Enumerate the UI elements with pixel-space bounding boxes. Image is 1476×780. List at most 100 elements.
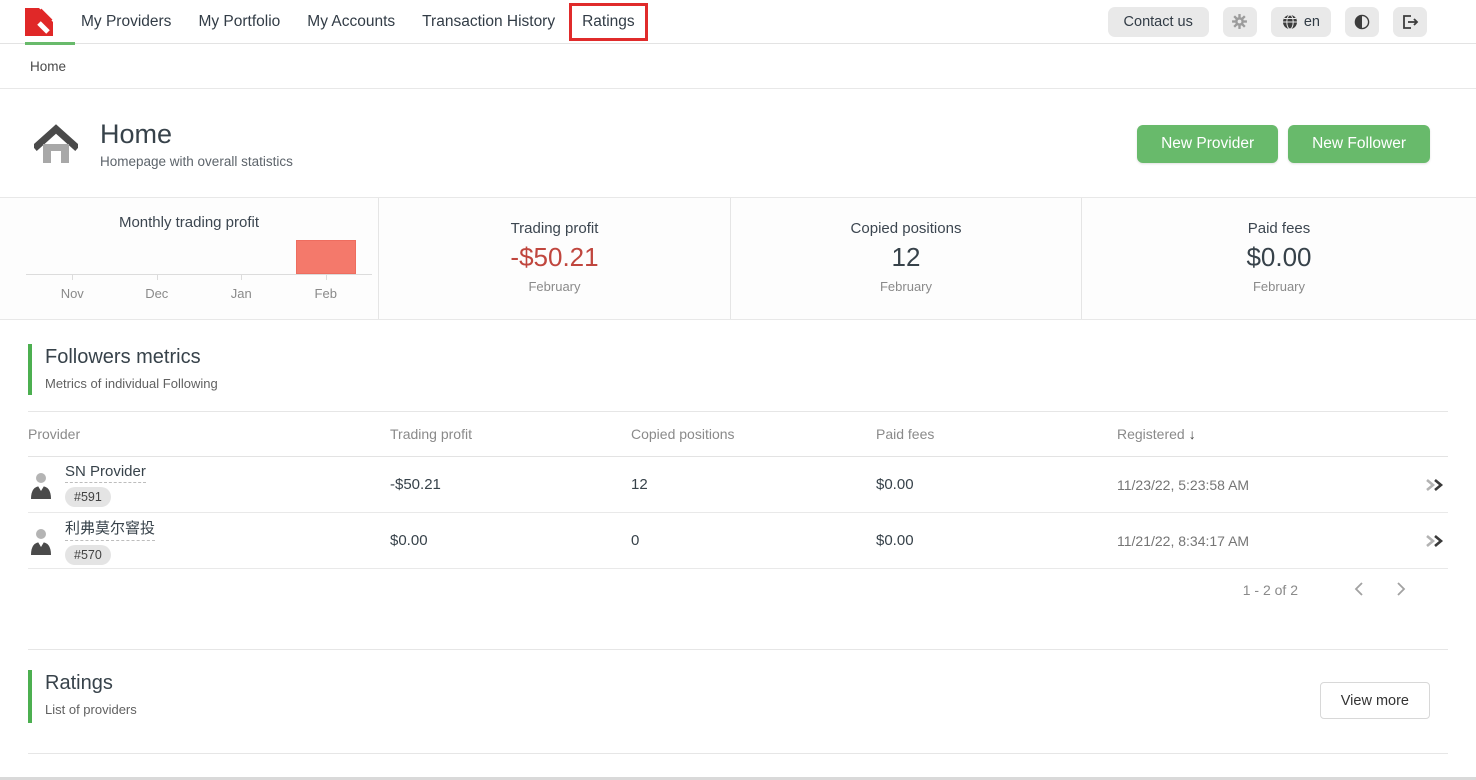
stat-card-copied-positions: Copied positions 12 February — [730, 198, 1081, 319]
axis-tick — [241, 275, 242, 280]
cell-registered: 11/21/22, 8:34:17 AM — [1117, 533, 1398, 549]
breadcrumb[interactable]: Home — [30, 59, 66, 74]
divider — [28, 753, 1448, 754]
double-chevron-right-icon — [1424, 533, 1446, 549]
followers-table: Provider Trading profit Copied positions… — [28, 412, 1448, 611]
stat-period: February — [528, 279, 580, 294]
avatar-icon — [28, 526, 54, 555]
provider-name-link[interactable]: 利弗莫尔窨投 — [65, 517, 155, 541]
axis-tick — [157, 275, 158, 280]
pagination-next-button[interactable] — [1390, 579, 1412, 602]
ratings-header: Ratings List of providers — [28, 670, 137, 723]
page-header: Home Homepage with overall statistics Ne… — [0, 89, 1476, 197]
provider-cell: 利弗莫尔窨投 #570 — [28, 517, 390, 565]
logo-icon — [25, 8, 53, 36]
top-nav: My Providers My Portfolio My Accounts Tr… — [0, 0, 1476, 44]
cell-trading-profit: -$50.21 — [390, 476, 631, 493]
chart-category-nov: Nov — [30, 235, 115, 301]
stat-period: February — [1253, 279, 1305, 294]
followers-metrics-header: Followers metrics Metrics of individual … — [28, 344, 1430, 395]
pagination: 1 - 2 of 2 — [28, 569, 1448, 611]
cell-registered: 11/23/22, 5:23:58 AM — [1117, 477, 1398, 493]
nav-item-my-accounts[interactable]: My Accounts — [307, 13, 395, 31]
new-follower-button[interactable]: New Follower — [1288, 125, 1430, 163]
nav-menu: My Providers My Portfolio My Accounts Tr… — [81, 13, 635, 31]
cell-copied-positions: 0 — [631, 532, 876, 549]
pagination-range-label: 1 - 2 of 2 — [1243, 582, 1298, 598]
home-icon — [34, 123, 78, 165]
logout-button[interactable] — [1393, 7, 1427, 37]
column-header-copied-positions[interactable]: Copied positions — [631, 426, 876, 442]
nav-item-my-portfolio[interactable]: My Portfolio — [198, 13, 280, 31]
cell-trading-profit: $0.00 — [390, 532, 631, 549]
divider — [28, 649, 1448, 650]
stat-period: February — [880, 279, 932, 294]
provider-id-badge: #570 — [65, 545, 111, 565]
page-title: Home — [100, 119, 293, 150]
chart-category-dec: Dec — [115, 235, 200, 301]
chart-category-feb: Feb — [284, 235, 369, 301]
nav-actions: Contact us en — [1108, 7, 1476, 37]
column-header-trading-profit[interactable]: Trading profit — [390, 426, 631, 442]
new-provider-button[interactable]: New Provider — [1137, 125, 1278, 163]
chart-bar-feb — [296, 240, 356, 274]
nav-item-transaction-history[interactable]: Transaction History — [422, 13, 555, 31]
language-label: en — [1304, 14, 1320, 30]
theme-contrast-button[interactable] — [1345, 7, 1379, 37]
title-block: Home Homepage with overall statistics — [100, 119, 293, 169]
column-header-provider[interactable]: Provider — [28, 426, 390, 442]
page-subtitle: Homepage with overall statistics — [100, 154, 293, 169]
view-more-button[interactable]: View more — [1320, 682, 1430, 719]
stat-label: Paid fees — [1248, 220, 1311, 237]
stat-label: Trading profit — [511, 220, 599, 237]
axis-label: Dec — [115, 286, 200, 301]
nav-item-my-providers[interactable]: My Providers — [81, 13, 171, 31]
axis-tick — [326, 275, 327, 280]
provider-id-badge: #591 — [65, 487, 111, 507]
bar-chart: NovDecJanFeb — [30, 235, 368, 301]
chart-category-jan: Jan — [199, 235, 284, 301]
column-header-registered[interactable]: Registered↓ — [1117, 426, 1398, 442]
column-header-paid-fees[interactable]: Paid fees — [876, 426, 1117, 442]
followers-metrics-title: Followers metrics — [45, 346, 218, 369]
gear-icon — [1231, 13, 1248, 30]
double-chevron-right-icon — [1424, 477, 1446, 493]
header-buttons: New Provider New Follower — [1137, 125, 1430, 163]
stat-card-trading-profit: Trading profit -$50.21 February — [378, 198, 730, 319]
ratings-title: Ratings — [45, 672, 137, 695]
settings-button[interactable] — [1223, 7, 1257, 37]
chevron-left-icon — [1352, 581, 1366, 597]
axis-label: Nov — [30, 286, 115, 301]
table-row[interactable]: SN Provider #591 -$50.21 12 $0.00 11/23/… — [28, 457, 1448, 513]
avatar-icon — [28, 470, 54, 499]
stat-label: Copied positions — [851, 220, 962, 237]
table-header-row: Provider Trading profit Copied positions… — [28, 412, 1448, 457]
breadcrumb-bar: Home — [0, 44, 1476, 89]
stat-card-paid-fees: Paid fees $0.00 February — [1081, 198, 1476, 319]
ratings-section: Ratings List of providers View more — [28, 670, 1430, 723]
monthly-trading-profit-chart: Monthly trading profit NovDecJanFeb — [0, 198, 378, 319]
nav-item-ratings[interactable]: Ratings — [582, 13, 635, 31]
table-row[interactable]: 利弗莫尔窨投 #570 $0.00 0 $0.00 11/21/22, 8:34… — [28, 513, 1448, 569]
app-logo[interactable] — [25, 8, 53, 36]
row-details-button[interactable] — [1398, 533, 1446, 549]
provider-cell: SN Provider #591 — [28, 463, 390, 507]
stat-value: 12 — [892, 242, 921, 273]
cell-copied-positions: 12 — [631, 476, 876, 493]
logout-icon — [1401, 14, 1419, 30]
provider-name-link[interactable]: SN Provider — [65, 463, 146, 483]
registered-label: Registered — [1117, 426, 1185, 442]
cell-paid-fees: $0.00 — [876, 532, 1117, 549]
row-details-button[interactable] — [1398, 477, 1446, 493]
pagination-prev-button[interactable] — [1348, 579, 1370, 602]
axis-tick — [72, 275, 73, 280]
stats-strip: Monthly trading profit NovDecJanFeb Trad… — [0, 197, 1476, 320]
language-button[interactable]: en — [1271, 7, 1331, 37]
contact-us-button[interactable]: Contact us — [1108, 7, 1209, 37]
chart-title: Monthly trading profit — [0, 214, 378, 231]
axis-label: Jan — [199, 286, 284, 301]
stat-value: -$50.21 — [510, 242, 598, 273]
axis-label: Feb — [284, 286, 369, 301]
active-nav-indicator — [25, 42, 75, 45]
globe-icon — [1282, 14, 1298, 30]
